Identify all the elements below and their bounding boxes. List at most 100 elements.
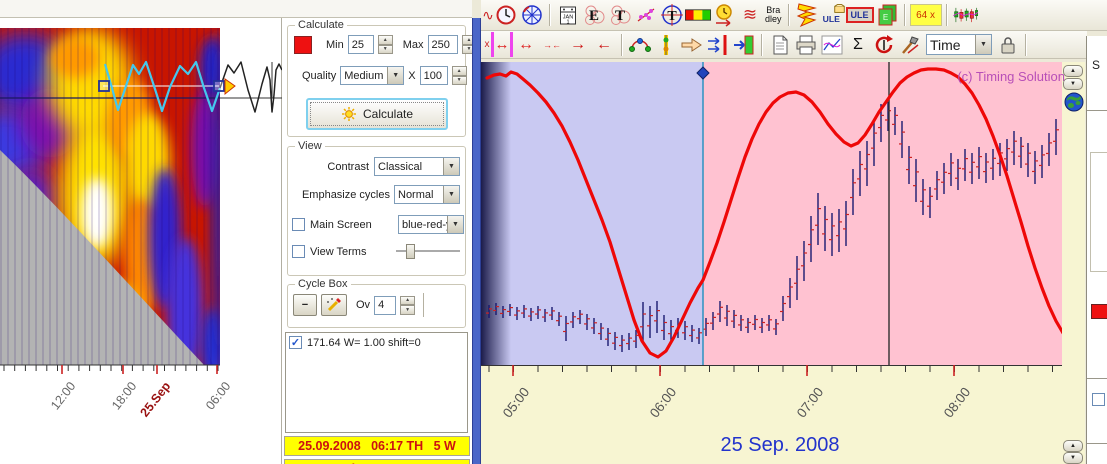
partial-x-icon[interactable]: x — [483, 32, 491, 57]
min-spinner[interactable]: ▲▼ — [378, 35, 393, 54]
chevron-down-icon[interactable]: ▼ — [443, 186, 459, 203]
chart-scroll-up-button[interactable]: ▲ — [1063, 65, 1083, 77]
view-terms-checkbox[interactable] — [292, 245, 305, 258]
axis-scroll-down-button[interactable]: ▼ — [1063, 452, 1083, 464]
time-select[interactable]: Time▼ — [926, 34, 992, 55]
spectrogram-axis-label: 06:00 — [203, 379, 233, 412]
step-left-icon[interactable]: ← — [591, 32, 617, 57]
scatter-icon[interactable] — [633, 3, 659, 28]
sun-icon — [341, 106, 357, 122]
panel-splitter[interactable] — [472, 18, 481, 464]
terms-slider-thumb[interactable] — [406, 244, 415, 259]
document-icon[interactable] — [767, 32, 793, 57]
marker-line-icon[interactable] — [653, 32, 679, 57]
max-input[interactable]: 250 — [428, 35, 458, 54]
toolbar-separator — [549, 4, 551, 26]
calculate-button[interactable]: Calculate — [306, 98, 448, 130]
clock-icon[interactable] — [493, 3, 519, 28]
waves-icon[interactable]: ≋ — [737, 3, 763, 28]
ov-input[interactable]: 4 — [374, 296, 396, 315]
quality-label: Quality — [302, 70, 336, 82]
chart-axis-label: 05:00 — [500, 385, 533, 421]
cycle-list-item[interactable]: ✓ 171.64 W= 1.00 shift=0 — [286, 333, 467, 349]
x-spinner[interactable]: ▲▼ — [452, 66, 467, 85]
transit-t-icon[interactable]: T — [607, 3, 633, 28]
lock-icon[interactable] — [995, 32, 1021, 57]
clock-arrow-icon[interactable] — [711, 3, 737, 28]
ule-open-icon[interactable]: ULE — [820, 3, 846, 28]
spectrogram-overlay: 12:0018:0025.Sep06:00 — [0, 18, 283, 464]
chart-axis-label: 08:00 — [941, 385, 974, 421]
wand-button[interactable] — [321, 294, 347, 316]
t-circle-icon[interactable]: T — [659, 3, 685, 28]
svg-text:T: T — [667, 9, 677, 24]
cycle-item-label: 171.64 W= 1.00 shift=0 — [307, 337, 421, 349]
cycle-checkbox[interactable]: ✓ — [289, 336, 302, 349]
globe-icon[interactable] — [1064, 92, 1084, 112]
expand-icon[interactable]: ↔ — [513, 32, 539, 57]
svg-text:E: E — [589, 8, 599, 24]
toolbar-separator — [761, 34, 763, 56]
calendar-jan1-icon[interactable]: JAN1 — [555, 3, 581, 28]
svg-text:T: T — [615, 8, 625, 24]
control-panel: Calculate Min 25 ▲▼ Max 250 ▲▼ Quality M… — [282, 18, 472, 464]
apply-box-icon[interactable] — [731, 32, 757, 57]
session-region — [481, 62, 703, 365]
chevron-down-icon[interactable]: ▼ — [387, 67, 403, 84]
hand-icon[interactable] — [679, 32, 705, 57]
step-right-icon[interactable]: → — [565, 32, 591, 57]
arc-dots-icon[interactable] — [627, 32, 653, 57]
ov-spinner[interactable]: ▲▼ — [400, 296, 415, 315]
clipped-checkbox[interactable] — [1092, 393, 1105, 406]
chevron-down-icon[interactable]: ▼ — [447, 216, 463, 233]
divider — [1087, 378, 1107, 379]
chart-date-label: 25 Sep. 2008 — [650, 434, 910, 457]
x-input[interactable]: 100 — [420, 66, 448, 85]
remove-cycle-button[interactable]: − — [293, 294, 317, 316]
price-chart[interactable] — [481, 62, 1062, 365]
status-date-bar: 25.09.2008 06:17 TH 5 W — [284, 436, 470, 456]
lightning-icon[interactable] — [794, 3, 820, 28]
wave-flag-marker[interactable] — [225, 79, 235, 94]
quality-select[interactable]: Medium▼ — [340, 66, 404, 85]
chevron-down-icon[interactable]: ▼ — [975, 35, 991, 54]
palette-select[interactable]: blue-red-yellow▼ — [398, 215, 464, 234]
candles-icon[interactable] — [952, 3, 978, 28]
sum-icon[interactable]: Σ — [845, 32, 871, 57]
ule-box-icon[interactable]: ULE — [846, 7, 874, 23]
refresh-icon[interactable] — [871, 32, 897, 57]
toolbar-separator — [1025, 34, 1027, 56]
main-screen-checkbox[interactable] — [292, 218, 305, 231]
contract-icon[interactable]: →← — [539, 32, 565, 57]
toolbar-separator — [621, 34, 623, 56]
chart-scroll-down-button[interactable]: ▼ — [1063, 78, 1083, 90]
chevron-down-icon[interactable]: ▼ — [443, 158, 459, 175]
eclipse-e-icon[interactable]: E — [581, 3, 607, 28]
green-stack-icon[interactable]: E — [874, 3, 900, 28]
ov-label: Ov — [356, 299, 370, 311]
wave-handle[interactable] — [214, 81, 224, 91]
view-legend: View — [295, 140, 325, 152]
terms-slider[interactable] — [396, 250, 460, 253]
emphasize-cycles-select[interactable]: Normal▼ — [394, 185, 460, 204]
cycle-list[interactable]: ✓ 171.64 W= 1.00 shift=0 — [285, 332, 468, 433]
wave-handle[interactable] — [99, 81, 109, 91]
min-input[interactable]: 25 — [348, 35, 374, 54]
colorbar-icon[interactable] — [685, 3, 711, 28]
partial-squiggle-icon[interactable]: ∿ — [483, 3, 493, 28]
astro-wheel-icon[interactable] — [519, 3, 545, 28]
svg-text:ULE: ULE — [822, 14, 840, 24]
clipped-red-swatch[interactable] — [1091, 304, 1107, 319]
color-swatch[interactable] — [294, 36, 312, 54]
axis-scroll-up-button[interactable]: ▲ — [1063, 440, 1083, 452]
divider — [1087, 110, 1107, 111]
print-icon[interactable] — [793, 32, 819, 57]
span-range-icon[interactable]: ↔ — [491, 32, 513, 57]
contrast-select[interactable]: Classical▼ — [374, 157, 460, 176]
chart-icon[interactable] — [819, 32, 845, 57]
calculate-group: Calculate Min 25 ▲▼ Max 250 ▲▼ Quality M… — [287, 25, 466, 137]
zoom-64x-badge[interactable]: 64 x — [910, 4, 942, 26]
snap-line-icon[interactable] — [705, 32, 731, 57]
tools-icon[interactable] — [897, 32, 923, 57]
contrast-label: Contrast — [327, 161, 369, 173]
